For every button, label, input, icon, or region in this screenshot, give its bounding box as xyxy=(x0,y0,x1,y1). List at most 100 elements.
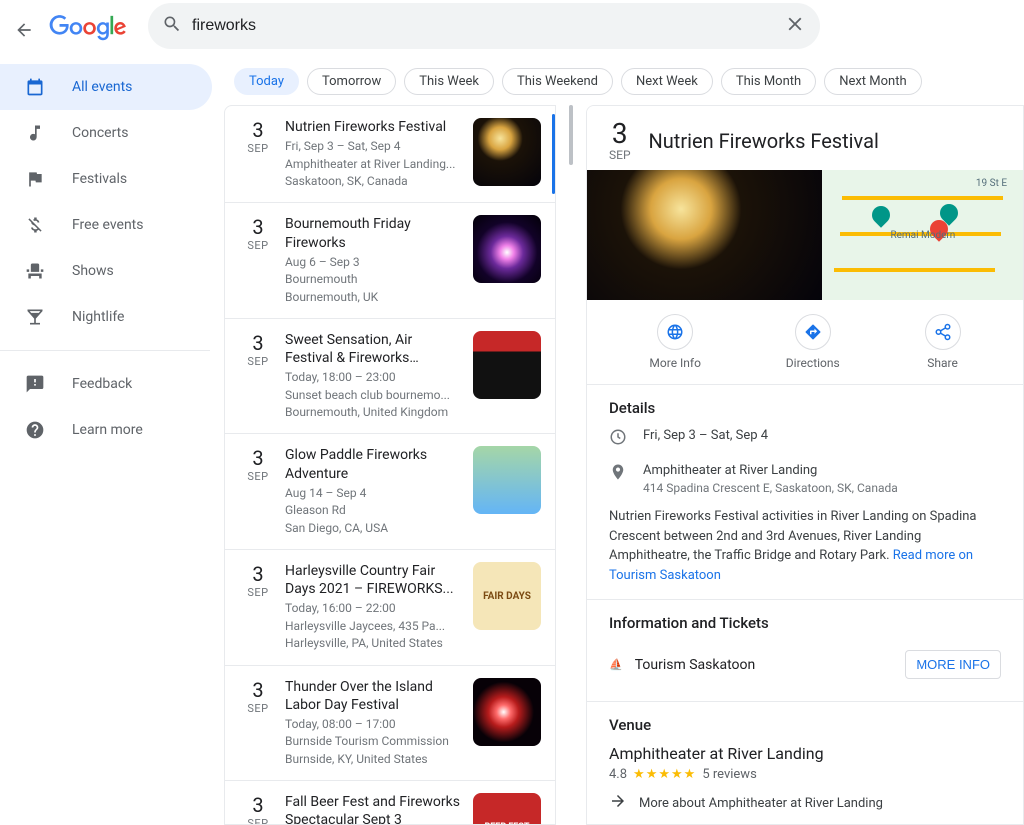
detail-day: 3 xyxy=(609,120,631,148)
map-label: Remai Modern xyxy=(890,230,955,241)
event-location: Harleysville, PA, United States xyxy=(285,635,463,652)
event-venue: Harleysville Jaycees, 435 Pa... xyxy=(285,618,463,635)
search-box[interactable] xyxy=(148,3,820,49)
event-item[interactable]: 3SEP Nutrien Fireworks Festival Fri, Sep… xyxy=(225,106,555,203)
chip-this-month[interactable]: This Month xyxy=(721,68,816,95)
event-month: SEP xyxy=(231,142,285,155)
scrollbar[interactable] xyxy=(564,105,578,825)
detail-address: 414 Spadina Crescent E, Saskatoon, SK, C… xyxy=(643,480,898,497)
search-icon xyxy=(162,14,182,38)
event-month: SEP xyxy=(231,817,285,825)
event-item[interactable]: 3SEP Sweet Sensation, Air Festival & Fir… xyxy=(225,319,555,435)
sidebar-item-concerts[interactable]: Concerts xyxy=(0,110,212,156)
event-month: SEP xyxy=(231,355,285,368)
map-pin-icon xyxy=(869,202,894,227)
chip-tomorrow[interactable]: Tomorrow xyxy=(307,68,396,95)
event-thumbnail: FAIR DAYS xyxy=(473,562,541,630)
venue-rating: 4.8 xyxy=(609,767,627,782)
money-off-icon xyxy=(24,215,46,235)
event-title: Sweet Sensation, Air Festival & Firework… xyxy=(285,331,463,367)
event-venue: Amphitheater at River Landing... xyxy=(285,156,463,173)
venue-heading: Venue xyxy=(609,716,1001,734)
divider xyxy=(0,350,210,351)
event-list[interactable]: 3SEP Nutrien Fireworks Festival Fri, Sep… xyxy=(224,105,556,825)
sidebar-item-label: Feedback xyxy=(72,376,132,392)
local-bar-icon xyxy=(24,307,46,327)
chip-next-week[interactable]: Next Week xyxy=(621,68,713,95)
more-info-action[interactable]: More Info xyxy=(649,314,701,370)
event-thumbnail xyxy=(473,331,541,399)
event-location: San Diego, CA, USA xyxy=(285,520,463,537)
event-day: 3 xyxy=(231,678,285,702)
back-button[interactable] xyxy=(14,20,34,40)
search-input[interactable] xyxy=(192,17,784,35)
event-thumbnail xyxy=(473,446,541,514)
chip-this-week[interactable]: This Week xyxy=(404,68,494,95)
event-when: Aug 14 – Sep 4 xyxy=(285,485,463,502)
share-action[interactable]: Share xyxy=(925,314,961,370)
chip-this-weekend[interactable]: This Weekend xyxy=(502,68,613,95)
more-info-button[interactable]: MORE INFO xyxy=(905,650,1001,679)
details-heading: Details xyxy=(609,399,1001,417)
action-label: Directions xyxy=(786,356,840,370)
chip-today[interactable]: Today xyxy=(234,68,299,95)
detail-month: SEP xyxy=(609,148,631,162)
event-day: 3 xyxy=(231,562,285,586)
event-item[interactable]: 3SEP Glow Paddle Fireworks Adventure Aug… xyxy=(225,434,555,550)
help-icon xyxy=(24,420,46,440)
ticket-provider: Tourism Saskatoon xyxy=(635,657,756,673)
event-day: 3 xyxy=(231,793,285,817)
event-title: Glow Paddle Fireworks Adventure xyxy=(285,446,463,482)
map-label: 19 St E xyxy=(976,178,1007,189)
clear-icon[interactable] xyxy=(784,13,806,39)
sidebar-item-label: Festivals xyxy=(72,171,127,187)
event-day: 3 xyxy=(231,118,285,142)
venue-name: Amphitheater at River Landing xyxy=(609,744,1001,763)
sidebar-item-label: All events xyxy=(72,79,132,95)
more-about-venue[interactable]: More about Amphitheater at River Landing xyxy=(609,792,1001,814)
event-title: Bournemouth Friday Fireworks xyxy=(285,215,463,251)
event-detail-panel: 3SEP Nutrien Fireworks Festival 19 St E … xyxy=(586,105,1024,825)
event-title: Fall Beer Fest and Fireworks Spectacular… xyxy=(285,793,463,825)
event-venue: Burnside Tourism Commission xyxy=(285,733,463,750)
event-venue: Sunset beach club bournemo... xyxy=(285,387,463,404)
seat-icon xyxy=(24,261,46,281)
event-thumbnail xyxy=(473,678,541,746)
event-item[interactable]: 3SEP Fall Beer Fest and Fireworks Specta… xyxy=(225,781,555,825)
arrow-right-icon xyxy=(609,792,627,814)
event-thumbnail xyxy=(473,215,541,283)
action-label: Share xyxy=(927,356,958,370)
provider-icon: ⛵ xyxy=(609,658,623,671)
event-when: Fri, Sep 3 – Sat, Sep 4 xyxy=(285,138,463,155)
event-item[interactable]: 3SEP Bournemouth Friday Fireworks Aug 6 … xyxy=(225,203,555,319)
sidebar-item-festivals[interactable]: Festivals xyxy=(0,156,212,202)
sidebar-item-feedback[interactable]: Feedback xyxy=(0,361,212,407)
event-title: Harleysville Country Fair Days 2021 – FI… xyxy=(285,562,463,598)
detail-hero-map[interactable]: 19 St E Remai Modern xyxy=(822,170,1023,300)
event-month: SEP xyxy=(231,470,285,483)
sidebar-item-nightlife[interactable]: Nightlife xyxy=(0,294,212,340)
sidebar-item-all-events[interactable]: All events xyxy=(0,64,212,110)
detail-hero-photo xyxy=(587,170,822,300)
event-title: Thunder Over the Island Labor Day Festiv… xyxy=(285,678,463,714)
sidebar-item-shows[interactable]: Shows xyxy=(0,248,212,294)
globe-icon xyxy=(657,314,693,350)
flag-icon xyxy=(24,169,46,189)
chip-next-month[interactable]: Next Month xyxy=(824,68,921,95)
event-location: Bournemouth, UK xyxy=(285,289,463,306)
event-thumbnail: BEER FEST xyxy=(473,793,541,825)
sidebar-item-label: Shows xyxy=(72,263,114,279)
directions-action[interactable]: Directions xyxy=(786,314,840,370)
clock-icon xyxy=(609,428,629,452)
sidebar-item-learn-more[interactable]: Learn more xyxy=(0,407,212,453)
event-month: SEP xyxy=(231,586,285,599)
event-when: Aug 6 – Sep 3 xyxy=(285,254,463,271)
event-day: 3 xyxy=(231,446,285,470)
feedback-icon xyxy=(24,374,46,394)
event-day: 3 xyxy=(231,331,285,355)
event-item[interactable]: 3SEP Thunder Over the Island Labor Day F… xyxy=(225,666,555,782)
event-item[interactable]: 3SEP Harleysville Country Fair Days 2021… xyxy=(225,550,555,666)
event-venue: Gleason Rd xyxy=(285,502,463,519)
sidebar-item-free-events[interactable]: Free events xyxy=(0,202,212,248)
event-venue: Bournemouth xyxy=(285,271,463,288)
